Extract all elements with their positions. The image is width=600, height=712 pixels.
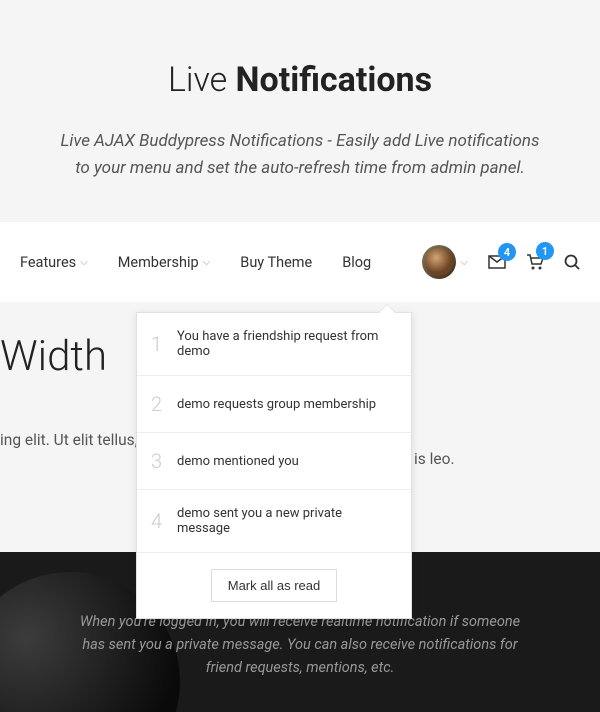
search-icon	[564, 254, 580, 270]
search-button[interactable]	[564, 254, 580, 270]
nav-label: Buy Theme	[240, 254, 312, 271]
avatar	[422, 245, 456, 279]
chevron-down-icon: ⌵	[80, 257, 88, 268]
notification-item[interactable]: 2 demo requests group membership	[137, 376, 411, 433]
chevron-down-icon: ⌵	[460, 257, 468, 268]
notification-number: 3	[151, 449, 165, 473]
notification-item[interactable]: 3 demo mentioned you	[137, 433, 411, 490]
nav-label: Features	[20, 254, 76, 271]
mark-all-read-button[interactable]: Mark all as read	[211, 569, 337, 602]
mark-all-read-row: Mark all as read	[137, 553, 411, 618]
title-bold: Notifications	[236, 60, 433, 100]
page-subtitle: Live AJAX Buddypress Notifications - Eas…	[60, 128, 540, 182]
main-navbar: Features ⌵ Membership ⌵ Buy Theme Blog ⌵…	[0, 222, 600, 302]
nav-label: Blog	[342, 254, 371, 271]
mail-notifications-button[interactable]: 4	[488, 255, 506, 269]
chevron-down-icon: ⌵	[203, 257, 211, 268]
nav-blog[interactable]: Blog	[342, 254, 371, 271]
nav-label: Membership	[118, 254, 199, 271]
dropdown-arrow	[379, 305, 395, 313]
notification-text: demo mentioned you	[177, 454, 299, 469]
notification-number: 4	[151, 509, 165, 533]
nav-buy-theme[interactable]: Buy Theme	[240, 254, 312, 271]
nav-right-actions: ⌵ 4 1	[422, 245, 580, 279]
cart-badge: 1	[536, 242, 554, 260]
user-avatar-menu[interactable]: ⌵	[422, 245, 468, 279]
title-light: Live	[168, 60, 236, 100]
notification-text: You have a friendship request from demo	[177, 329, 397, 359]
notification-number: 1	[151, 332, 165, 356]
notification-text: demo requests group membership	[177, 397, 376, 412]
nav-features[interactable]: Features ⌵	[20, 254, 88, 271]
promo-header: Live Notifications Live AJAX Buddypress …	[0, 0, 600, 222]
mail-badge: 4	[498, 243, 516, 261]
notification-text: demo sent you a new private message	[177, 506, 397, 536]
bg-page-text-right: is leo.	[414, 450, 455, 468]
notification-item[interactable]: 4 demo sent you a new private message	[137, 490, 411, 553]
nav-membership[interactable]: Membership ⌵	[118, 254, 211, 271]
cart-button[interactable]: 1	[526, 254, 544, 270]
notifications-dropdown: 1 You have a friendship request from dem…	[136, 312, 412, 619]
notification-number: 2	[151, 392, 165, 416]
page-title: Live Notifications	[60, 60, 540, 100]
notification-item[interactable]: 1 You have a friendship request from dem…	[137, 313, 411, 376]
